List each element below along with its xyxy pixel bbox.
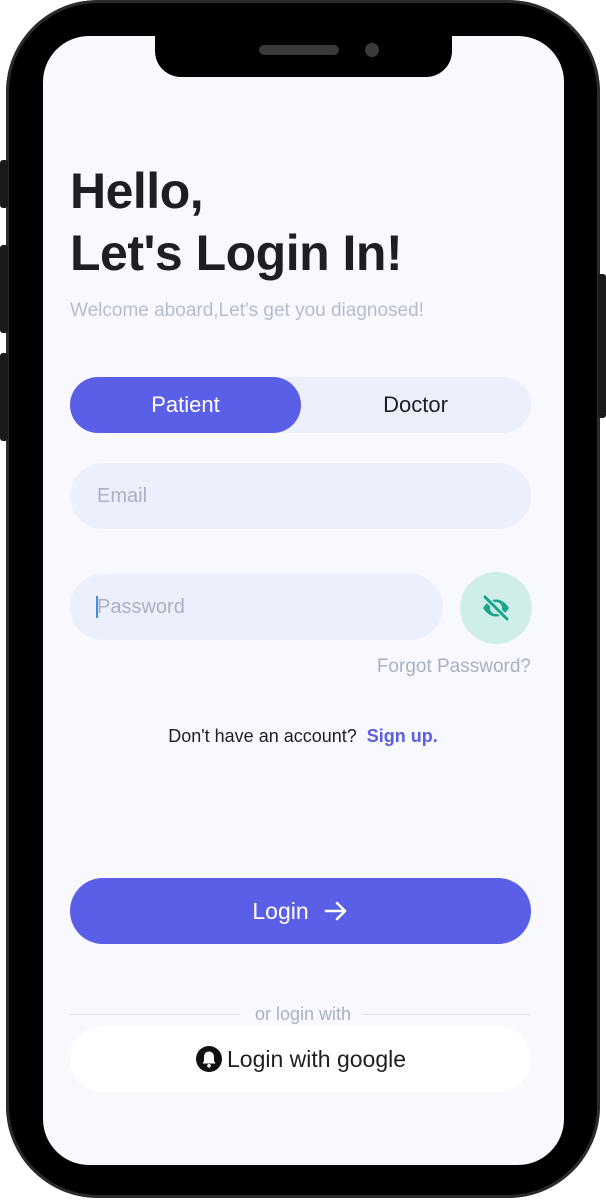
bell-icon <box>195 1046 222 1072</box>
toggle-password-visibility-button[interactable] <box>460 572 532 644</box>
signup-prompt-text: Don't have an account? <box>168 726 357 746</box>
mute-switch <box>0 160 8 208</box>
login-button[interactable]: Login <box>70 878 531 944</box>
volume-up-button <box>0 245 8 333</box>
front-camera <box>365 43 379 57</box>
power-button <box>598 274 606 418</box>
page-subtitle: Welcome aboard,Let's get you diagnosed! <box>70 300 424 321</box>
forgot-password-link[interactable]: Forgot Password? <box>377 656 531 678</box>
title-line-1: Hello, <box>70 163 204 219</box>
login-button-label: Login <box>252 897 309 924</box>
arrow-right-icon <box>324 901 346 921</box>
signup-prompt-row: Don't have an account? Sign up. <box>0 726 606 747</box>
patient-tab[interactable]: Patient <box>70 377 301 433</box>
email-input[interactable] <box>70 463 531 529</box>
eye-off-icon <box>482 594 510 622</box>
volume-down-button <box>0 353 8 441</box>
password-input[interactable] <box>70 574 443 640</box>
speaker-grille <box>259 45 339 55</box>
google-login-label: Login with google <box>226 1045 407 1072</box>
role-toggle: Patient Doctor <box>70 377 531 433</box>
google-login-button[interactable]: Login with google <box>70 1026 531 1092</box>
notch <box>155 36 452 77</box>
text-cursor <box>96 596 98 618</box>
page-title: Hello, Let's Login In! <box>70 160 403 284</box>
doctor-tab[interactable]: Doctor <box>300 377 531 433</box>
signup-link[interactable]: Sign up. <box>367 726 438 746</box>
title-line-2: Let's Login In! <box>70 225 403 281</box>
divider-right <box>362 1014 531 1015</box>
